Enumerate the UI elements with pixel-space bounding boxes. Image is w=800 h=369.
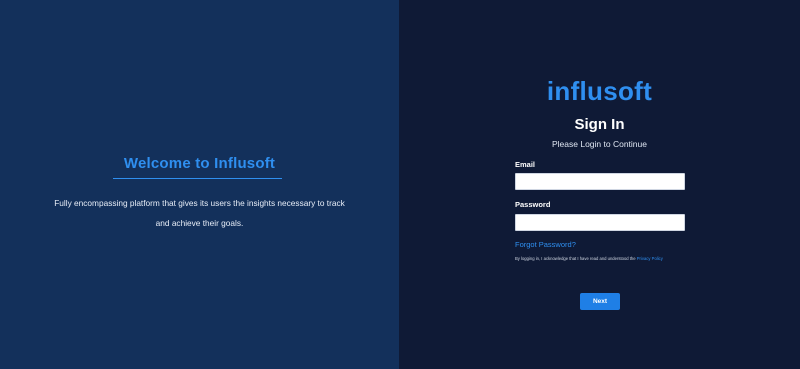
welcome-description: Fully encompassing platform that gives i… [30,193,369,233]
welcome-description-line-1: Fully encompassing platform that gives i… [54,198,345,208]
welcome-title-underline [113,178,282,179]
next-button[interactable]: Next [580,293,620,310]
forgot-password-link[interactable]: Forgot Password? [515,240,576,249]
influsoft-logo: influsoft [546,76,653,106]
email-field[interactable] [515,173,685,190]
welcome-title: Welcome to Influsoft [123,155,276,172]
welcome-panel: Welcome to Influsoft Fully encompassing … [0,0,399,369]
sign-in-panel: influsoft Sign In Please Login to Contin… [399,0,800,369]
login-page: Welcome to Influsoft Fully encompassing … [0,0,800,369]
email-label: Email [515,160,536,169]
legal-notice-text: By logging in, I acknowledge that I have… [515,256,636,261]
privacy-policy-link[interactable]: Privacy Policy [637,256,663,261]
password-label: Password [515,200,551,209]
password-field[interactable] [515,214,685,231]
sign-in-title: Sign In [574,116,625,133]
sign-in-subtitle: Please Login to Continue [552,139,647,149]
welcome-description-line-2: and achieve their goals. [155,218,244,228]
legal-notice: By logging in, I acknowledge that I have… [515,256,663,261]
